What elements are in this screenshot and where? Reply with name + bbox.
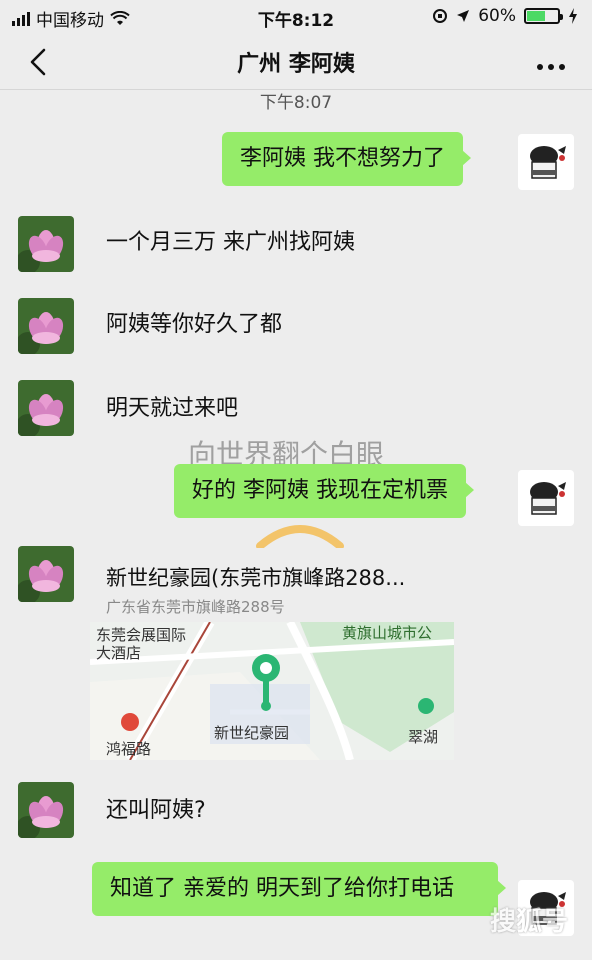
charging-icon [569, 8, 577, 24]
map-label-hotel: 东莞会展国际大酒店 [96, 626, 187, 662]
contact-avatar[interactable] [18, 216, 74, 272]
more-button[interactable] [536, 50, 566, 78]
message-timestamp: 下午8:07 [259, 93, 333, 113]
map-label-lake: 翠湖 [408, 728, 439, 746]
message-text-received[interactable]: 还叫阿姨? [106, 794, 206, 828]
location-title: 新世纪豪园(东莞市旗峰路288... [106, 566, 406, 590]
lotus-avatar-icon [18, 298, 74, 354]
chat-title: 广州 李阿姨 [237, 52, 355, 77]
lotus-avatar-icon [18, 546, 74, 602]
battery-percent: 60% [478, 6, 516, 26]
contact-avatar[interactable] [18, 546, 74, 602]
status-bar: 中国移动 下午8:12 60% [0, 0, 592, 34]
location-address: 广东省东莞市旗峰路288号 [106, 598, 285, 616]
location-message-card[interactable]: 新世纪豪园(东莞市旗峰路288... 广东省东莞市旗峰路288号 东莞会展国际大… [90, 546, 454, 760]
self-avatar[interactable] [518, 470, 574, 526]
rotation-lock-icon [433, 9, 448, 23]
watermark: 搜狐号 [489, 907, 568, 937]
message-bubble-sent[interactable]: 好的 李阿姨 我现在定机票 [174, 464, 474, 518]
lotus-avatar-icon [18, 380, 74, 436]
cartoon-avatar-icon [518, 134, 574, 190]
map-label-road: 鸿福路 [106, 740, 152, 758]
map-label-pin: 新世纪豪园 [214, 724, 290, 742]
map-label-park: 黄旗山城市公 [342, 624, 433, 642]
battery-icon [524, 8, 563, 24]
back-button[interactable] [22, 44, 58, 80]
battery-fill [527, 11, 545, 21]
contact-avatar[interactable] [18, 298, 74, 354]
chat-header: 广州 李阿姨 [0, 34, 592, 90]
location-arrow-icon [457, 10, 470, 22]
chevron-left-icon [30, 48, 46, 76]
message-text-received[interactable]: 阿姨等你好久了都 [106, 308, 282, 342]
cartoon-avatar-icon [518, 470, 574, 526]
contact-avatar[interactable] [18, 782, 74, 838]
status-right: 60% [432, 6, 578, 26]
location-map-preview[interactable]: 东莞会展国际大酒店 黄旗山城市公 新世纪豪园 翠湖 鸿福路 [90, 622, 454, 760]
message-bubble-sent[interactable]: 李阿姨 我不想努力了 [222, 132, 471, 186]
message-text-received[interactable]: 明天就过来吧 [106, 392, 238, 426]
chat-area[interactable]: 下午8:07 李阿姨 我不想努力了 一个月三万 来广州找阿姨 阿姨等你好久了都 … [0, 90, 592, 960]
lotus-avatar-icon [18, 216, 74, 272]
contact-avatar[interactable] [18, 380, 74, 436]
lotus-avatar-icon [18, 782, 74, 838]
more-dots-icon [537, 64, 565, 70]
message-text-received[interactable]: 一个月三万 来广州找阿姨 [106, 226, 355, 260]
message-bubble-sent[interactable]: 知道了 亲爱的 明天到了给你打电话 [92, 862, 506, 916]
self-avatar[interactable] [518, 134, 574, 190]
decorative-arc [256, 525, 344, 548]
